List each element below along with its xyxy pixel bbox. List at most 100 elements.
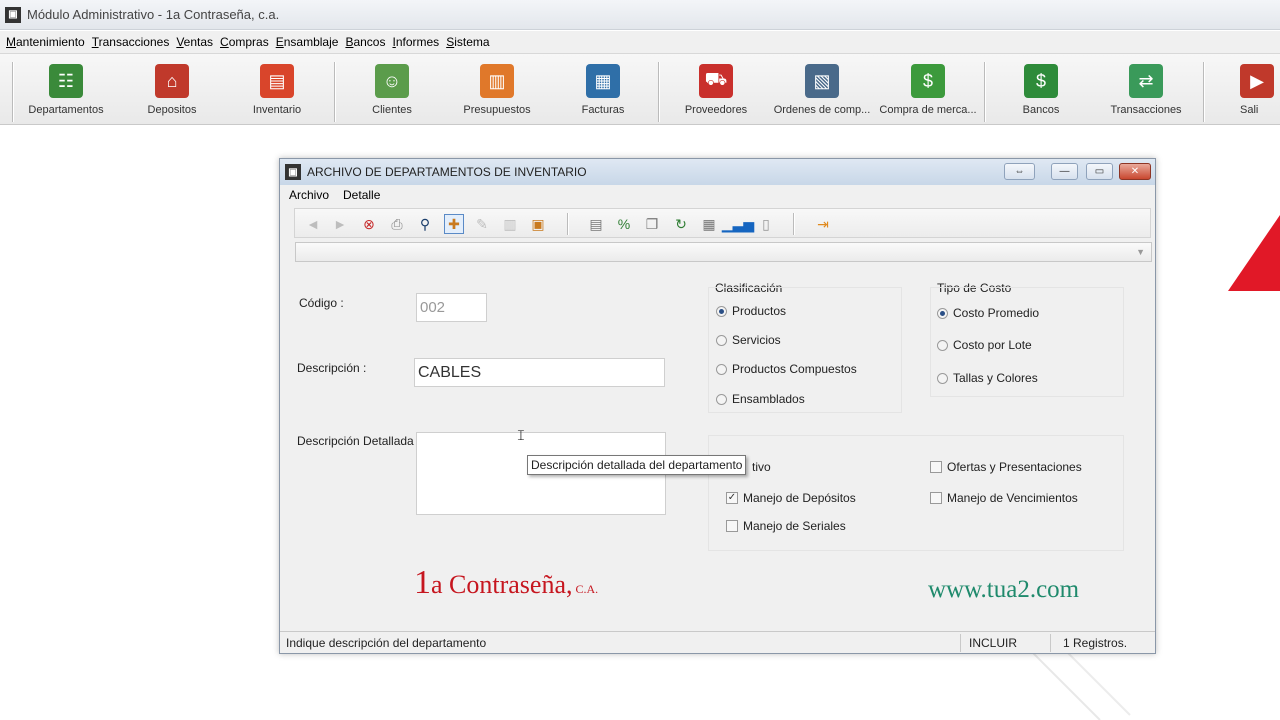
codigo-input[interactable]: 002 xyxy=(416,293,487,322)
toolbar-salir-button[interactable]: ▶ Sali xyxy=(1240,64,1280,122)
dialog-toolbar: ◄ ► ⊗ ⎙ ⚲ ✚ ✎ ▥ ▣ ▤ % ❐ ↻ ▦ ▁▃▅ ▯ ⇥ xyxy=(294,208,1151,238)
radio-productos[interactable]: Productos xyxy=(716,304,786,318)
check-vencimientos[interactable]: Manejo de Vencimientos xyxy=(930,491,1078,505)
checkbox-unchecked xyxy=(930,492,942,504)
toolbar-separator xyxy=(984,62,986,122)
toolbar-proveedores-button[interactable]: ⛟ Proveedores xyxy=(666,64,766,122)
toolbar-button-label: Proveedores xyxy=(684,104,748,116)
radio-costo-promedio[interactable]: Costo Promedio xyxy=(937,306,1039,320)
descripcion-detallada-label: Descripción Detallada : xyxy=(297,434,421,448)
check-manejo-depositos[interactable]: ✓ Manejo de Depósitos xyxy=(726,491,856,505)
search-icon[interactable]: ⚲ xyxy=(415,214,435,234)
dialog-combo-bar[interactable]: ▼ xyxy=(295,242,1152,262)
toolbar-button-label: Bancos xyxy=(1022,104,1060,116)
background-red-shape xyxy=(1228,215,1280,291)
cancel-icon[interactable]: ⊗ xyxy=(359,214,379,234)
dialog-resize-button[interactable]: ⇔ xyxy=(1004,163,1035,180)
new-record-icon[interactable]: ✚ xyxy=(444,214,464,234)
dialog-minimize-button[interactable]: — xyxy=(1051,163,1078,180)
toolbar-bancos-button[interactable]: $ Bancos xyxy=(991,64,1091,122)
previous-icon[interactable]: ◄ xyxy=(303,214,323,234)
checkbox-label: Ofertas y Presentaciones xyxy=(947,460,1082,474)
tooltip: Descripción detallada del departamento xyxy=(527,455,747,475)
refresh-icon[interactable]: ↻ xyxy=(671,214,691,234)
menu-informes[interactable]: Informes xyxy=(392,35,439,49)
menu-bancos[interactable]: Bancos xyxy=(345,35,385,49)
radio-dot xyxy=(716,363,727,375)
brand-big: 1 xyxy=(414,564,431,601)
menu-ventas[interactable]: Ventas xyxy=(176,35,213,49)
toolbar-ordenes-compra-button[interactable]: ▧ Ordenes de comp... xyxy=(772,64,872,122)
toolbar-separator xyxy=(334,62,336,122)
toolbar-clientes-button[interactable]: ☺ Clientes xyxy=(342,64,442,122)
save-icon[interactable]: ▣ xyxy=(528,214,548,234)
radio-servicios[interactable]: Servicios xyxy=(716,333,781,347)
transactions-icon: ⇄ xyxy=(1129,64,1163,98)
radio-label: Costo Promedio xyxy=(953,306,1040,320)
edit-icon[interactable]: ✎ xyxy=(472,214,492,234)
radio-label: Costo por Lote xyxy=(953,338,1032,352)
toolbar-button-label: Clientes xyxy=(372,104,412,116)
menu-compras[interactable]: Compras xyxy=(220,35,269,49)
descripcion-label: Descripción : xyxy=(297,361,367,375)
toolbar-facturas-button[interactable]: ▦ Facturas xyxy=(553,64,653,122)
brand-website: www.tua2.com xyxy=(928,576,1080,603)
toolbar-departamentos-button[interactable]: ☷ Departamentos xyxy=(16,64,116,122)
activo-label-partial: tivo xyxy=(752,460,771,474)
calculator-icon[interactable]: ▦ xyxy=(699,214,719,234)
menu-ensamblaje[interactable]: Ensamblaje xyxy=(276,35,339,49)
status-mode: INCLUIR xyxy=(969,636,1018,650)
check-manejo-seriales[interactable]: Manejo de Seriales xyxy=(726,519,846,533)
budget-icon: ▥ xyxy=(480,64,514,98)
app-titlebar: ▣ Módulo Administrativo - 1a Contraseña,… xyxy=(0,0,1280,30)
delete-icon[interactable]: ▥ xyxy=(500,214,520,234)
radio-productos-compuestos[interactable]: Productos Compuestos xyxy=(716,362,857,376)
toolbar-compra-mercancia-button[interactable]: $ Compra de merca... xyxy=(878,64,978,122)
codigo-label: Código : xyxy=(299,296,344,310)
status-divider xyxy=(1050,634,1051,652)
menu-sistema[interactable]: Sistema xyxy=(446,35,489,49)
clients-icon: ☺ xyxy=(375,64,409,98)
toolbar-button-label: Facturas xyxy=(581,104,625,116)
main-toolbar: ☷ Departamentos ⌂ Depositos ▤ Inventario… xyxy=(0,53,1280,125)
menu-transacciones[interactable]: Transacciones xyxy=(92,35,170,49)
toolbar-separator xyxy=(658,62,660,122)
toolbar-button-label: Compra de merca... xyxy=(879,104,977,116)
radio-costo-por-lote[interactable]: Costo por Lote xyxy=(937,338,1032,352)
checkbox-checked: ✓ xyxy=(726,492,738,504)
bar-chart-icon[interactable]: ▁▃▅ xyxy=(722,214,754,234)
brand-main: a Contraseña, xyxy=(431,570,573,599)
percent-icon[interactable]: % xyxy=(614,214,634,234)
checkbox-label: Manejo de Depósitos xyxy=(743,491,856,505)
menu-mantenimiento[interactable]: Mantenimiento xyxy=(6,35,85,49)
dialog-menu-detalle[interactable]: Detalle xyxy=(343,188,380,202)
copy-icon[interactable]: ❐ xyxy=(642,214,662,234)
brand-small: C.A. xyxy=(572,582,599,596)
toolbar-transacciones-button[interactable]: ⇄ Transacciones xyxy=(1096,64,1196,122)
toolbar-button-label: Transacciones xyxy=(1110,104,1182,116)
exit-door-icon[interactable]: ⇥ xyxy=(813,214,833,234)
toolbar-separator xyxy=(1203,62,1205,122)
next-icon[interactable]: ► xyxy=(330,214,350,234)
toolbar-presupuestos-button[interactable]: ▥ Presupuestos xyxy=(447,64,547,122)
dialog-close-button[interactable]: ✕ xyxy=(1119,163,1151,180)
radio-label: Productos xyxy=(732,304,787,318)
check-ofertas[interactable]: Ofertas y Presentaciones xyxy=(930,460,1082,474)
purchase-order-icon: ▧ xyxy=(805,64,839,98)
print-icon[interactable]: ⎙ xyxy=(387,214,407,234)
app-logo-icon: ▣ xyxy=(5,6,21,23)
toolbar-separator xyxy=(567,213,569,235)
dialog-titlebar[interactable]: ▣ ARCHIVO DE DEPARTAMENTOS DE INVENTARIO… xyxy=(280,159,1155,185)
descripcion-input[interactable]: CABLES xyxy=(414,358,665,387)
radio-ensamblados[interactable]: Ensamblados xyxy=(716,392,805,406)
blank-page-icon[interactable]: ▯ xyxy=(756,214,776,234)
radio-dot xyxy=(716,334,727,346)
dialog-maximize-button[interactable]: ▭ xyxy=(1086,163,1113,180)
radio-tallas-colores[interactable]: Tallas y Colores xyxy=(937,371,1038,385)
toolbar-inventario-button[interactable]: ▤ Inventario xyxy=(227,64,327,122)
dialog-menu-archivo[interactable]: Archivo xyxy=(289,188,329,202)
checkbox-label: Manejo de Vencimientos xyxy=(947,491,1078,505)
toolbar-separator xyxy=(12,62,14,122)
clipboard-icon[interactable]: ▤ xyxy=(586,214,606,234)
toolbar-depositos-button[interactable]: ⌂ Depositos xyxy=(122,64,222,122)
